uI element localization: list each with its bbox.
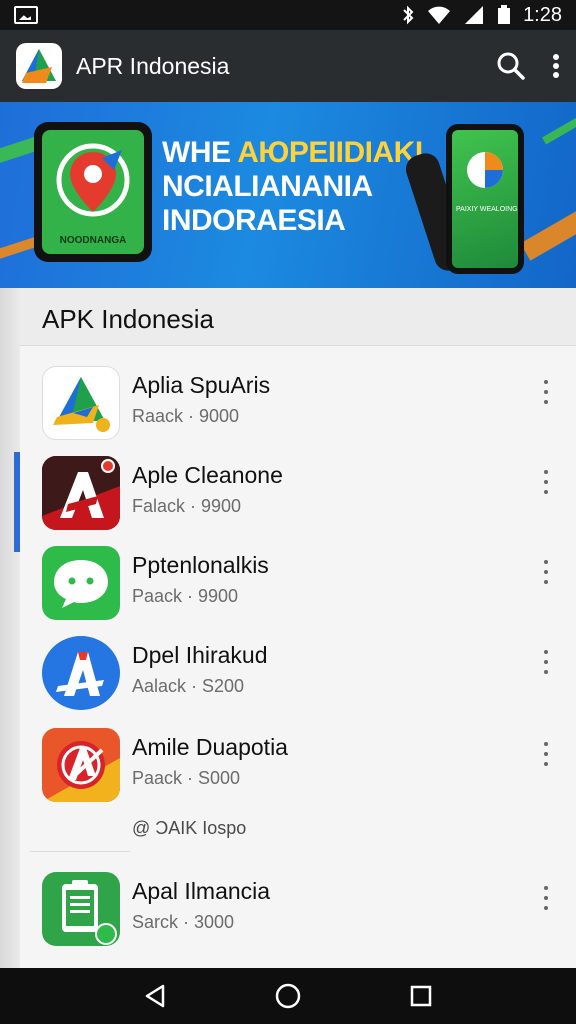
section-header: APK Indonesia: [20, 288, 576, 346]
wifi-icon: [428, 6, 451, 24]
list-item[interactable]: Dpel Ihirakud Aalack · S200: [20, 628, 576, 718]
list-item[interactable]: Apal Ilmancia Sarck · 3000: [20, 864, 576, 954]
recents-icon[interactable]: [409, 984, 433, 1008]
banner-line1-yellow: AЮPEIIDIAKI: [237, 136, 423, 169]
banner-right-phone-caption: PAIXIY WEALOING: [456, 206, 518, 213]
bluetooth-icon: [403, 5, 414, 25]
banner-headline: WHE AЮPEIIDIAKI NCIALIANANIA INDORAESIA: [162, 136, 423, 238]
triangle-arrow-icon: [42, 366, 120, 440]
list-item[interactable]: Pptenlonalkis Paack · 9900: [20, 538, 576, 628]
status-bar: 1:28: [0, 0, 576, 30]
search-icon[interactable]: [496, 51, 526, 81]
app-logo[interactable]: [16, 43, 62, 89]
app-name: Amile Duapotia: [132, 734, 288, 760]
more-vert-icon[interactable]: [542, 650, 550, 674]
chat-bubble-icon: [42, 546, 120, 620]
drawer-edge: [0, 288, 20, 968]
navigation-bar: [0, 968, 576, 1024]
app-name: Dpel Ihirakud: [132, 642, 268, 668]
more-vert-icon[interactable]: [542, 470, 550, 494]
app-meta: Sarck · 3000: [132, 912, 235, 932]
app-meta: Paack · 9900: [132, 586, 239, 606]
pie-chart-icon: [467, 152, 503, 188]
banner-phone-left: NOODNANGA: [34, 122, 152, 262]
green-clipboard-icon: [42, 872, 120, 946]
banner-line3: INDORAESIA: [162, 204, 346, 237]
more-vert-icon[interactable]: [542, 886, 550, 910]
banner-phone-right: PAIXIY WEALOING: [446, 124, 524, 274]
signal-icon: [465, 6, 484, 24]
home-icon[interactable]: [274, 982, 302, 1010]
section-title: APK Indonesia: [42, 304, 215, 334]
app-name: Aplia SpuAris: [132, 372, 271, 398]
app-name: Pptenlonalkis: [132, 552, 269, 578]
more-vert-icon[interactable]: [542, 742, 550, 766]
list-item[interactable]: Aple Cleanone Falack · 9900: [20, 448, 576, 538]
red-a-icon: [42, 456, 120, 530]
more-vert-icon[interactable]: [542, 380, 550, 404]
more-vert-icon[interactable]: [552, 53, 560, 79]
app-meta: Aalack · S200: [132, 676, 245, 696]
app-meta: Falack · 9900: [132, 496, 242, 516]
app-meta: Paack · S000: [132, 768, 241, 788]
promo-text: @ ƆAIK Iospo: [132, 818, 247, 838]
orange-a-icon: [42, 728, 120, 802]
app-name: Apal Ilmancia: [132, 878, 271, 904]
app-title: APR Indonesia: [76, 52, 230, 79]
gallery-icon: [14, 6, 38, 24]
back-icon[interactable]: [143, 983, 167, 1009]
app-name: Aple Cleanone: [132, 462, 283, 488]
clock: 1:28: [523, 3, 562, 26]
list-item[interactable]: Aplia SpuAris Raack · 9000: [20, 358, 576, 448]
more-vert-icon[interactable]: [542, 560, 550, 584]
list-item[interactable]: Amile Duapotia Paack · S000: [20, 720, 576, 810]
battery-icon: [498, 5, 511, 24]
banner-line2: NCIALIANANIA: [162, 170, 373, 203]
divider: [30, 851, 130, 852]
banner-phone-caption: NOODNANGA: [59, 235, 127, 246]
promo-banner[interactable]: NOODNANGA WHE AЮPEIIDIAKI NCIALIANANIA I…: [0, 102, 576, 288]
map-pin-icon: [56, 143, 130, 217]
blue-a-icon: [42, 636, 120, 710]
app-bar: APR Indonesia: [0, 30, 576, 102]
app-meta: Raack · 9000: [132, 406, 240, 426]
banner-line1-white: WHE: [162, 136, 238, 169]
